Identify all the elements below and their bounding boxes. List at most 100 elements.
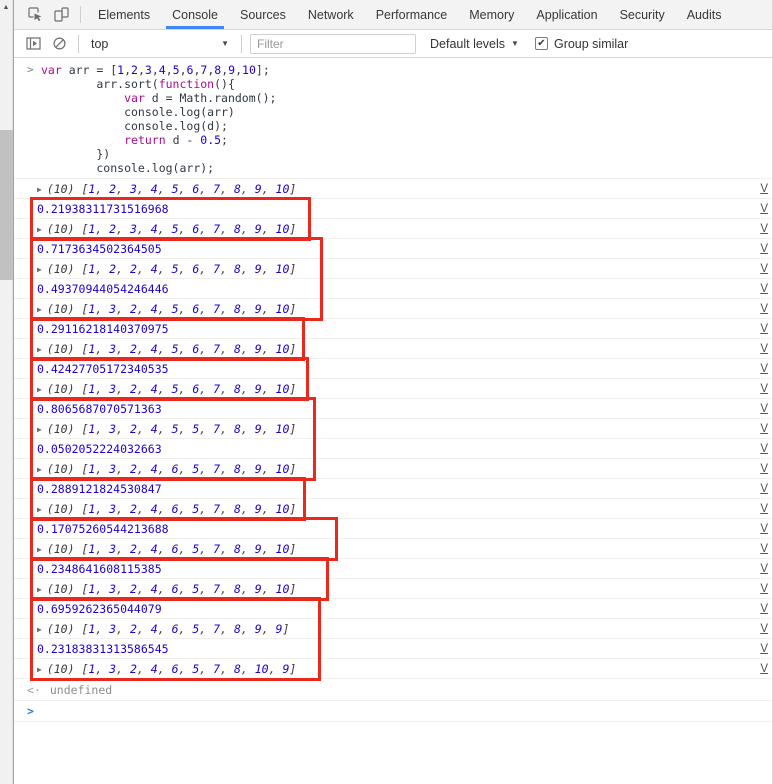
- source-location-link[interactable]: V: [760, 283, 768, 295]
- expand-triangle-icon[interactable]: ▶: [37, 225, 42, 234]
- tab-performance[interactable]: Performance: [370, 0, 454, 29]
- source-location-link[interactable]: V: [760, 183, 768, 195]
- expand-triangle-icon[interactable]: ▶: [37, 585, 42, 594]
- tab-console[interactable]: Console: [166, 0, 224, 29]
- array-comma: ,: [95, 581, 110, 596]
- console-entry-content: 0.8065687070571363: [37, 402, 752, 416]
- array-comma: ,: [199, 661, 214, 676]
- expand-triangle-icon[interactable]: ▶: [37, 665, 42, 674]
- page-vertical-scrollbar[interactable]: ▲: [0, 0, 13, 784]
- log-levels-dropdown[interactable]: Default levels ▼: [426, 37, 523, 51]
- source-location-link[interactable]: V: [760, 363, 768, 375]
- source-location-link[interactable]: V: [760, 203, 768, 215]
- console-messages: > var arr = [1,2,3,4,5,6,7,8,9,10]; arr.…: [14, 58, 772, 722]
- array-comma: ,: [136, 181, 151, 196]
- expand-triangle-icon[interactable]: ▶: [37, 305, 42, 314]
- array-value: 10: [275, 541, 290, 556]
- array-value: 3: [129, 181, 137, 196]
- array-comma: ,: [261, 581, 276, 596]
- scrollbar-up-arrow-icon[interactable]: ▲: [0, 0, 12, 14]
- expand-triangle-icon[interactable]: ▶: [37, 265, 42, 274]
- array-comma: ,: [95, 661, 110, 676]
- source-location-link[interactable]: V: [760, 663, 768, 675]
- array-value: 10: [275, 501, 290, 516]
- tab-audits[interactable]: Audits: [681, 0, 728, 29]
- array-comma: ,: [240, 221, 255, 236]
- array-comma: ,: [240, 621, 255, 636]
- device-toolbar-icon[interactable]: [48, 0, 74, 29]
- console-entry-content: ▶ (10) [1, 3, 2, 4, 5, 6, 7, 8, 9, 10]: [37, 302, 752, 316]
- source-location-link[interactable]: V: [760, 223, 768, 235]
- array-value: 2: [129, 381, 137, 396]
- array-comma: ,: [95, 261, 110, 276]
- tab-security[interactable]: Security: [614, 0, 671, 29]
- source-location-link[interactable]: V: [760, 403, 768, 415]
- source-location-link[interactable]: V: [760, 543, 768, 555]
- expand-triangle-icon[interactable]: ▶: [37, 625, 42, 634]
- expand-triangle-icon[interactable]: ▶: [37, 385, 42, 394]
- array-preview: (10) [1, 3, 2, 4, 6, 5, 7, 8, 9, 10]: [47, 542, 297, 556]
- array-comma: ,: [116, 181, 130, 196]
- filter-input[interactable]: [250, 33, 416, 54]
- array-comma: ,: [116, 541, 130, 556]
- source-location-link[interactable]: V: [760, 443, 768, 455]
- source-location-link[interactable]: V: [760, 383, 768, 395]
- toolbar-separator: [78, 34, 79, 53]
- source-location-link[interactable]: V: [760, 643, 768, 655]
- expand-triangle-icon[interactable]: ▶: [37, 425, 42, 434]
- source-location-link[interactable]: V: [760, 503, 768, 515]
- source-location-link[interactable]: V: [760, 563, 768, 575]
- source-location-link[interactable]: V: [760, 483, 768, 495]
- group-similar-label: Group similar: [553, 36, 629, 51]
- scrollbar-thumb[interactable]: [0, 130, 13, 280]
- group-similar-checkbox[interactable]: ✔: [534, 37, 548, 50]
- source-location-link[interactable]: V: [760, 263, 768, 275]
- source-location-link[interactable]: V: [760, 423, 768, 435]
- source-location-link[interactable]: V: [760, 303, 768, 315]
- array-value: 4: [150, 501, 158, 516]
- array-comma: ,: [136, 621, 151, 636]
- tab-memory[interactable]: Memory: [463, 0, 520, 29]
- array-comma: ,: [136, 221, 151, 236]
- inspect-element-icon[interactable]: [22, 0, 48, 29]
- array-comma: ,: [261, 621, 276, 636]
- array-value: 5: [171, 381, 179, 396]
- array-value: 10: [275, 461, 290, 476]
- source-location-link[interactable]: V: [760, 523, 768, 535]
- tab-elements[interactable]: Elements: [92, 0, 156, 29]
- source-location-link[interactable]: V: [760, 323, 768, 335]
- execution-context-selector[interactable]: top ▼: [85, 37, 235, 51]
- expand-triangle-icon[interactable]: ▶: [37, 345, 42, 354]
- array-comma: ,: [261, 541, 276, 556]
- source-location-link[interactable]: V: [760, 243, 768, 255]
- tab-application[interactable]: Application: [530, 0, 603, 29]
- array-comma: ,: [136, 261, 151, 276]
- expand-triangle-icon[interactable]: ▶: [37, 545, 42, 554]
- source-location-link[interactable]: V: [760, 343, 768, 355]
- array-value: 10: [275, 181, 290, 196]
- source-location-link[interactable]: V: [760, 603, 768, 615]
- console-entry-number: 0.6959262365044079 V: [14, 599, 772, 619]
- array-value: 9: [254, 421, 262, 436]
- tab-network[interactable]: Network: [302, 0, 360, 29]
- source-location-link[interactable]: V: [760, 623, 768, 635]
- console-entry-content: 0.0502052224032663: [37, 442, 752, 456]
- clear-console-icon[interactable]: [46, 36, 72, 51]
- expand-triangle-icon[interactable]: ▶: [37, 505, 42, 514]
- expand-triangle-icon[interactable]: ▶: [37, 185, 42, 194]
- console-entry-content: ▶ (10) [1, 2, 3, 4, 5, 6, 7, 8, 9, 10]: [37, 222, 752, 236]
- source-location-link[interactable]: V: [760, 583, 768, 595]
- code-token: (){: [214, 77, 235, 91]
- console-prompt-icon: >: [27, 704, 34, 718]
- expand-triangle-icon[interactable]: ▶: [37, 465, 42, 474]
- console-entry-array: ▶ (10) [1, 3, 2, 4, 5, 6, 7, 8, 9, 10] V: [14, 379, 772, 399]
- console-input-row[interactable]: >: [14, 701, 772, 722]
- array-comma: ,: [95, 421, 110, 436]
- chevron-down-icon: ▼: [221, 39, 229, 48]
- returned-value-row: <· undefined: [14, 679, 772, 701]
- source-location-link[interactable]: V: [760, 463, 768, 475]
- tab-sources[interactable]: Sources: [234, 0, 292, 29]
- console-entry-array: ▶ (10) [1, 3, 2, 4, 5, 6, 7, 8, 9, 10] V: [14, 339, 772, 359]
- console-sidebar-toggle-icon[interactable]: [20, 37, 46, 50]
- array-preview: (10) [1, 3, 2, 4, 5, 6, 7, 8, 9, 10]: [47, 302, 297, 316]
